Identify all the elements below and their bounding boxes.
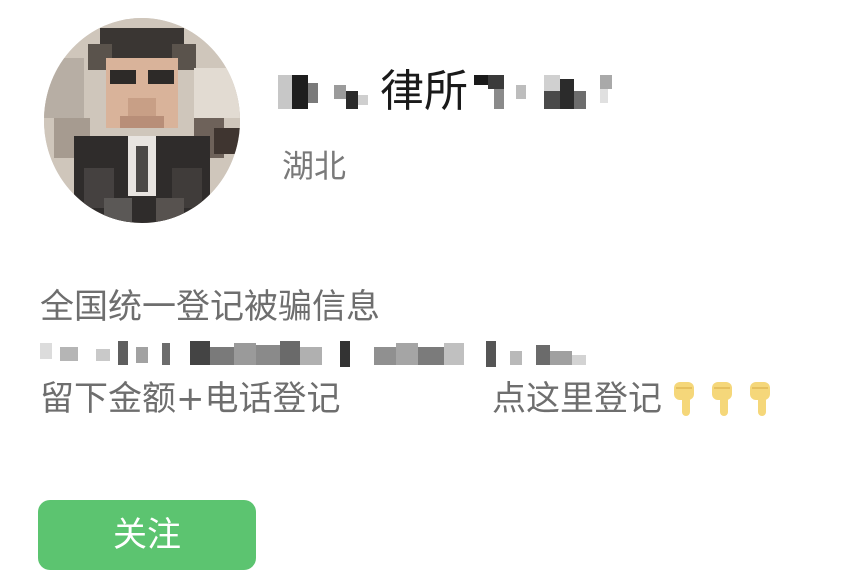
bio-line: 留下金额+电话登记 点这里登记: [40, 376, 820, 422]
bio-register-hint: 留下金额+电话登记: [40, 379, 341, 419]
avatar-mosaic-icon: [44, 18, 240, 223]
follow-button[interactable]: 关注: [38, 500, 256, 570]
profile-card: 律所 湖北 全国统一登记被骗信息 留下金额+电话登记 点这里登记 关注: [0, 0, 846, 588]
pointing-down-hand-icon: [674, 382, 694, 416]
pointing-down-hand-icon: [712, 382, 732, 416]
pointing-down-hand-icon: [750, 382, 770, 416]
redacted-name-icon: [278, 75, 368, 109]
profile-location: 湖北: [282, 147, 347, 185]
register-link[interactable]: 点这里登记: [492, 376, 776, 422]
register-link-text: 点这里登记: [492, 379, 662, 419]
bio-redacted-line: [40, 330, 820, 376]
profile-name: 律所: [278, 66, 624, 118]
avatar[interactable]: [44, 18, 240, 223]
profile-bio: 全国统一登记被骗信息 留下金额+电话登记 点这里登记: [40, 284, 820, 422]
profile-name-text: 律所: [380, 66, 468, 117]
redacted-contact-icon: [40, 341, 586, 367]
redacted-name-icon: [474, 75, 612, 109]
bio-line: 全国统一登记被骗信息: [40, 287, 380, 327]
